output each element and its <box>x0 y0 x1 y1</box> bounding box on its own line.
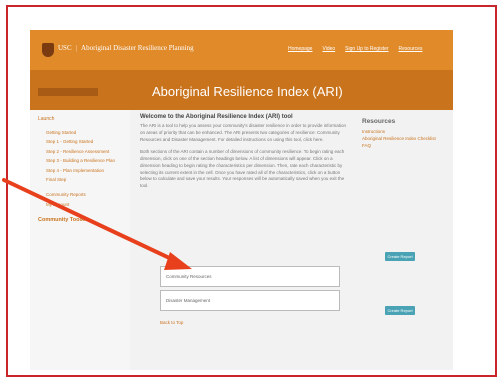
sidebar-item-step-2[interactable]: Step 2 - Resilience Assessment <box>46 149 122 154</box>
top-bar: USC | Aboriginal Disaster Resilience Plann… <box>30 30 453 70</box>
university-logo-icon <box>42 43 54 57</box>
sidebar: Launch Getting Started Step 1 - Getting … <box>30 110 130 370</box>
resources-panel: Resources Instructions Aboriginal Resili… <box>362 118 447 150</box>
resource-link-instructions[interactable]: Instructions <box>362 128 447 135</box>
sidebar-item-account[interactable]: My Account <box>46 202 122 207</box>
sidebar-item-getting-started[interactable]: Getting Started <box>46 130 122 135</box>
resource-link-faq[interactable]: FAQ <box>362 142 447 149</box>
sidebar-item-reports[interactable]: Community Reports <box>46 192 122 197</box>
site-title: Aboriginal Disaster Resilience Planning <box>81 44 194 52</box>
nav-resources[interactable]: Resources <box>399 46 423 52</box>
back-to-top-link[interactable]: Back to Top <box>160 320 183 325</box>
intro-paragraph: The ARI is a tool to help you assess you… <box>140 123 346 142</box>
sidebar-item-step-3[interactable]: Step 3 - Building a Resilience Plan <box>46 158 122 163</box>
resources-title: Resources <box>362 118 396 125</box>
web-page: USC | Aboriginal Disaster Resilience Plann… <box>30 30 453 370</box>
resource-link-checklist[interactable]: Aboriginal Resilience Index Checklist <box>362 135 447 142</box>
site-brand[interactable]: USC | Aboriginal Disaster Resilience Plann… <box>58 44 194 52</box>
section-disaster-management[interactable]: Disaster Management <box>160 290 340 311</box>
section-community-resources[interactable]: Community Resources <box>160 266 340 287</box>
logo-text: USC <box>58 44 72 52</box>
section-label: Community Resources <box>166 274 212 279</box>
main-content: Welcome to the Aboriginal Resilience Ind… <box>140 114 350 196</box>
nav-video[interactable]: Video <box>322 46 335 52</box>
sidebar-heading[interactable]: Launch <box>38 116 122 122</box>
nav-homepage[interactable]: Homepage <box>288 46 312 52</box>
create-report-button-top[interactable]: Create Report <box>385 252 415 261</box>
top-nav: Homepage Video Sign Up to Register Resou… <box>288 46 422 52</box>
sidebar-item-step-1[interactable]: Step 1 - Getting Started <box>46 139 122 144</box>
hero-banner: Aboriginal Resilience Index (ARI) <box>30 70 453 110</box>
create-report-button-bottom[interactable]: Create Report <box>385 306 415 315</box>
sidebar-item-step-4[interactable]: Step 4 - Plan Implementation <box>46 168 122 173</box>
hero-left-bar <box>38 88 98 96</box>
sidebar-item-final-step[interactable]: Final Step <box>46 177 122 182</box>
nav-sign-up[interactable]: Sign Up to Register <box>345 46 388 52</box>
sidebar-cta-toolkit[interactable]: Community Toolkit <box>38 217 122 223</box>
section-label: Disaster Management <box>166 298 211 303</box>
page-title: Aboriginal Resilience Index (ARI) <box>152 84 343 99</box>
instructions-paragraph: Both sections of the ARI contain a numbe… <box>140 149 345 188</box>
welcome-title: Welcome to the Aboriginal Resilience Ind… <box>140 114 293 120</box>
